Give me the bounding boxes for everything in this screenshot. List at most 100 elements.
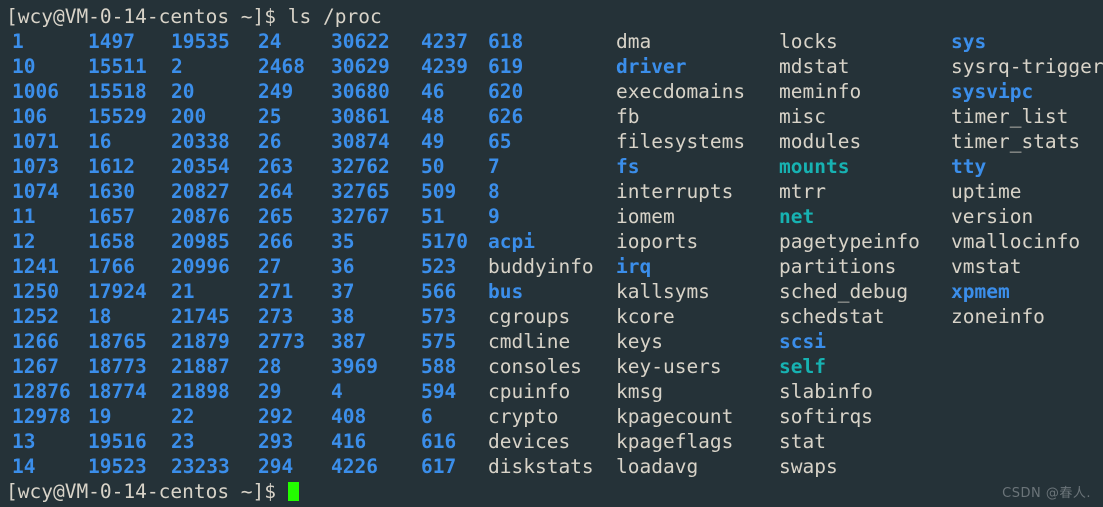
- ls-entry-dir: 15518: [88, 80, 147, 103]
- ls-row: 106 15529 200 25 30861 48 626 fb misc timer_list: [6, 104, 1103, 129]
- ls-entry-dir: 387: [331, 330, 367, 353]
- ls-entry-dir: 30861: [331, 105, 390, 128]
- ls-entry-file: softirqs: [779, 405, 873, 428]
- ls-entry-file: buddyinfo: [488, 255, 594, 278]
- ls-entry-dir: 616: [421, 430, 457, 453]
- ls-entry-dir: 1006: [12, 80, 59, 103]
- ls-entry-dir: 51: [421, 205, 445, 228]
- ls-entry-dir: 24: [258, 30, 282, 53]
- ls-row: 12876 18774 21898 29 4 594 cpuinfo kmsg slabinfo: [6, 379, 1103, 404]
- ls-entry-dir: scsi: [779, 330, 826, 353]
- ls-entry-dir: 263: [258, 155, 294, 178]
- ls-entry-dir: 32762: [331, 155, 390, 178]
- ls-entry-dir: 5170: [421, 230, 468, 253]
- ls-entry-dir: 265: [258, 205, 294, 228]
- ls-entry-dir: 30629: [331, 55, 390, 78]
- ls-entry-dir: 15511: [88, 55, 147, 78]
- ls-entry-dir: 32765: [331, 180, 390, 203]
- ls-entry-dir: 10: [12, 55, 36, 78]
- ls-row: 13 19516 23 293 416 616 devices kpageflags stat: [6, 429, 1103, 454]
- ls-entry-link: mounts: [779, 155, 850, 178]
- ls-entry-file: diskstats: [488, 455, 594, 478]
- ls-entry-dir: tty: [951, 155, 987, 178]
- ls-entry-dir: 50: [421, 155, 445, 178]
- ls-entry-file: kcore: [616, 305, 675, 328]
- ls-entry-dir: 18765: [88, 330, 147, 353]
- ls-entry-dir: 21898: [171, 380, 230, 403]
- ls-entry-dir: 264: [258, 180, 294, 203]
- ls-row: 10 15511 2 2468 30629 4239 619 driver mdstat sysr…: [6, 54, 1103, 79]
- ls-entry-dir: xpmem: [951, 280, 1010, 303]
- ls-row: 1074 1630 20827 264 32765 509 8 interrupts mtrr u…: [6, 179, 1103, 204]
- ls-entry-dir: 7: [488, 155, 500, 178]
- ls-entry-dir: 4237: [421, 30, 468, 53]
- ls-entry-dir: 1241: [12, 255, 59, 278]
- ls-row: 14 19523 23233 294 4226 617 diskstats loadavg sw…: [6, 454, 1103, 479]
- ls-row: 1006 15518 20 249 30680 46 620 execdomains memin…: [6, 79, 1103, 104]
- ls-entry-file: partitions: [779, 255, 897, 278]
- ls-entry-dir: 16: [88, 130, 112, 153]
- ls-entry-dir: 3969: [331, 355, 378, 378]
- ls-entry-file: kpageflags: [616, 430, 734, 453]
- terminal-window[interactable]: [wcy@VM-0-14-centos ~]$ ls /proc 1 1497 19…: [0, 0, 1103, 507]
- prompt-line-current[interactable]: [wcy@VM-0-14-centos ~]$: [6, 479, 1103, 504]
- ls-entry-dir: 573: [421, 305, 457, 328]
- ls-entry-file: locks: [779, 30, 838, 53]
- ls-entry-link: net: [779, 205, 815, 228]
- ls-entry-dir: 1267: [12, 355, 59, 378]
- ls-entry-dir: 1250: [12, 280, 59, 303]
- ls-entry-file: interrupts: [616, 180, 734, 203]
- ls-entry-dir: 1073: [12, 155, 59, 178]
- ls-entry-dir: 12978: [12, 405, 71, 428]
- ls-entry-dir: 13: [12, 430, 36, 453]
- ls-entry-dir: 12876: [12, 380, 71, 403]
- ls-entry-file: iomem: [616, 205, 675, 228]
- ls-entry-dir: 32767: [331, 205, 390, 228]
- ls-entry-dir: 200: [171, 105, 207, 128]
- ls-entry-dir: 249: [258, 80, 294, 103]
- ls-row: 1267 18773 21887 28 3969 588 consoles key-users…: [6, 354, 1103, 379]
- ls-entry-dir: 28: [258, 355, 282, 378]
- ls-entry-dir: 23: [171, 430, 195, 453]
- ls-entry-dir: 36: [331, 255, 355, 278]
- ls-entry-dir: 21879: [171, 330, 230, 353]
- ls-entry-file: kpagecount: [616, 405, 734, 428]
- ls-entry-file: crypto: [488, 405, 559, 428]
- ls-entry-file: timer_stats: [951, 130, 1081, 153]
- ls-entry-file: misc: [779, 105, 826, 128]
- ls-entry-dir: acpi: [488, 230, 535, 253]
- ls-entry-dir: 292: [258, 405, 294, 428]
- ls-row: 1241 1766 20996 27 36 523 buddyinfo irq partitio…: [6, 254, 1103, 279]
- ls-entry-file: cmdline: [488, 330, 571, 353]
- ls-entry-file: cpuinfo: [488, 380, 571, 403]
- ls-row: 1071 16 20338 26 30874 49 65 filesystems modules…: [6, 129, 1103, 154]
- ls-entry-file: schedstat: [779, 305, 885, 328]
- ls-entry-dir: 18773: [88, 355, 147, 378]
- ls-entry-file: fb: [616, 105, 640, 128]
- ls-entry-dir: 23233: [171, 455, 230, 478]
- ls-entry-dir: 2773: [258, 330, 305, 353]
- ls-entry-dir: 19516: [88, 430, 147, 453]
- ls-entry-file: devices: [488, 430, 571, 453]
- ls-entry-dir: bus: [488, 280, 524, 303]
- ls-entry-dir: 20338: [171, 130, 230, 153]
- ls-output-grid: 1 1497 19535 24 30622 4237 618 dma locks sys 10 155…: [6, 29, 1103, 479]
- ls-entry-dir: 4: [331, 380, 343, 403]
- ls-entry-dir: 15529: [88, 105, 147, 128]
- ls-entry-dir: 6: [421, 405, 433, 428]
- ls-entry-dir: 20: [171, 80, 195, 103]
- ls-entry-dir: 1: [12, 30, 24, 53]
- ls-entry-dir: 38: [331, 305, 355, 328]
- ls-entry-dir: 1497: [88, 30, 135, 53]
- ls-row: 12978 19 22 292 408 6 crypto kpagecount softirqs: [6, 404, 1103, 429]
- ls-entry-dir: fs: [616, 155, 640, 178]
- ls-entry-dir: 46: [421, 80, 445, 103]
- ls-entry-dir: 27: [258, 255, 282, 278]
- ls-entry-file: zoneinfo: [951, 305, 1045, 328]
- text-cursor: [287, 482, 299, 501]
- ls-entry-dir: 19523: [88, 455, 147, 478]
- ls-entry-dir: sys: [951, 30, 987, 53]
- ls-entry-dir: 2: [171, 55, 183, 78]
- ls-entry-file: dma: [616, 30, 652, 53]
- ls-entry-file: mtrr: [779, 180, 826, 203]
